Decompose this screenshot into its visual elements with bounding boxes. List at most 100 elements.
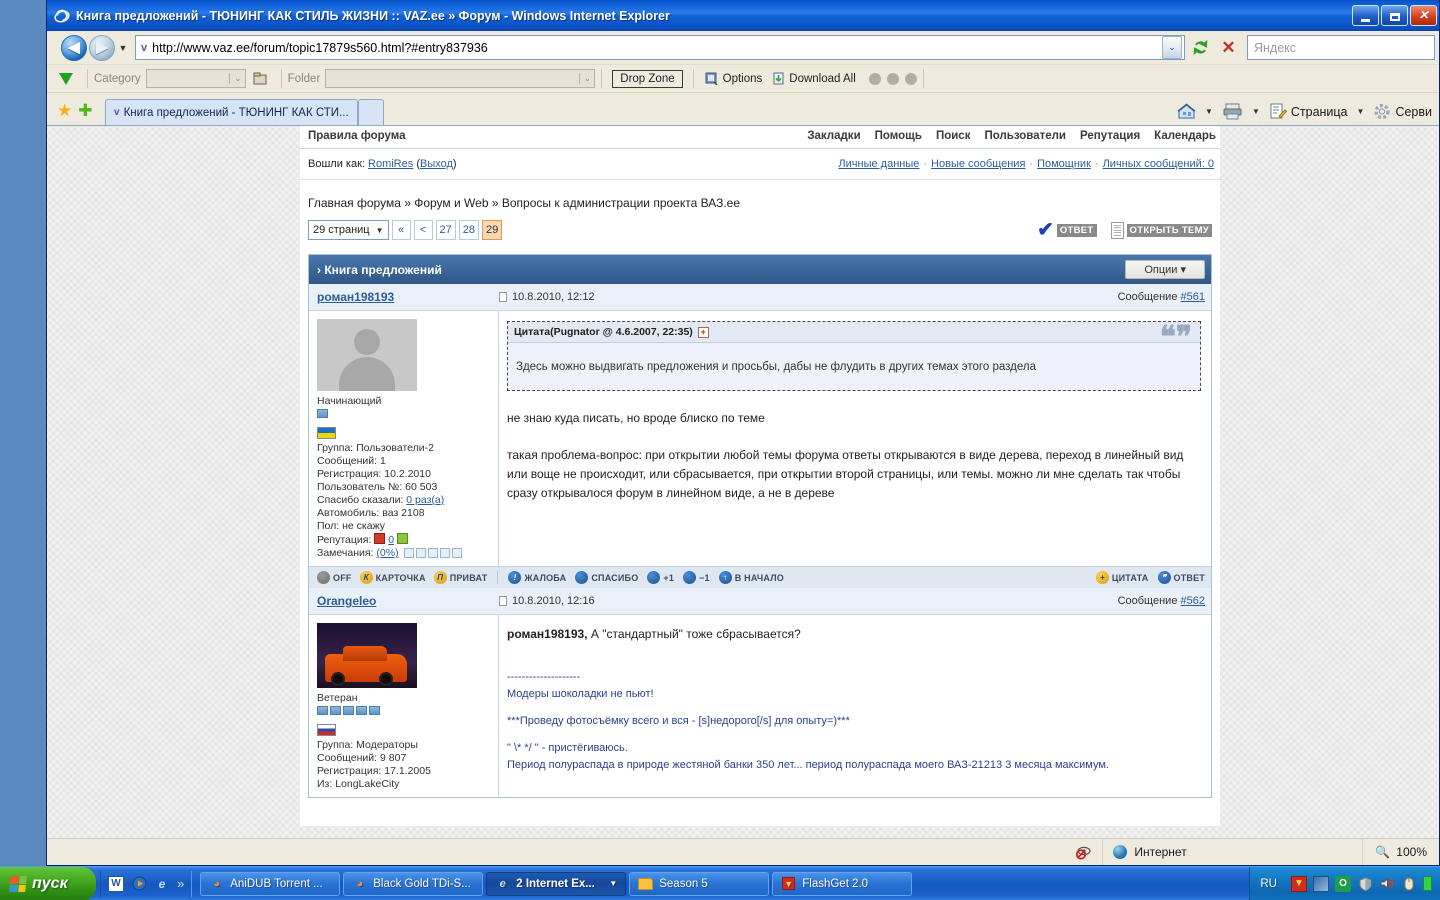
topic-options-button[interactable]: Опции ▾ [1125, 260, 1205, 279]
private-message-button[interactable]: П ПРИВАТ [433, 571, 488, 584]
popup-blocked-indicator[interactable] [1065, 839, 1104, 865]
quote-expand-icon[interactable]: + [697, 326, 709, 338]
taskbar-group-caret-icon[interactable]: ▼ [609, 879, 617, 888]
home-caret-icon[interactable]: ▼ [1201, 107, 1217, 116]
assistant-link[interactable]: Помощник [1037, 158, 1091, 170]
new-topic-button[interactable]: ОТКРЫТЬ ТЕМУ [1110, 221, 1212, 239]
address-input[interactable]: v http://www.vaz.ee/forum/topic17879s560… [135, 35, 1185, 60]
personal-data-link[interactable]: Личные данные [838, 158, 919, 170]
flashget-tray-icon[interactable]: ▼ [1291, 875, 1307, 892]
taskbar-item-season5[interactable]: Season 5 [629, 871, 770, 896]
page-menu-button[interactable]: Страница [1266, 101, 1351, 122]
quote-marks-icon: ❝❞ [1159, 321, 1192, 354]
post-author-link[interactable]: Orangeleo [317, 594, 376, 608]
forward-button[interactable]: ▶ [89, 34, 115, 61]
opera-icon[interactable]: O [1335, 875, 1351, 892]
pages-select[interactable]: 29 страниц ▼ [308, 220, 389, 240]
page-28-button[interactable]: 28 [458, 220, 480, 240]
drop-zone-button[interactable]: Drop Zone [612, 69, 683, 88]
new-messages-link[interactable]: Новые сообщения [931, 158, 1025, 170]
page-first-button[interactable]: « [391, 220, 411, 240]
quote-button[interactable]: + ЦИТАТА [1095, 571, 1149, 584]
tab-active[interactable]: v Книга предложений - ТЮНИНГ КАК СТИ... [105, 99, 358, 125]
rep-minus-button[interactable]: −1 [683, 571, 710, 584]
download-all-button[interactable]: Download All [772, 72, 856, 85]
category-select[interactable]: ⌄ [145, 69, 246, 88]
nav-bookmarks[interactable]: Закладки [807, 130, 860, 142]
search-input[interactable]: Яндекс [1247, 35, 1435, 60]
reputation-value-link[interactable]: 0 [388, 534, 394, 546]
new-topic-label: ОТКРЫТЬ ТЕМУ [1126, 223, 1212, 237]
report-button[interactable]: ! ЖАЛОБА [508, 571, 566, 584]
field-value: LongLakeCity [335, 778, 400, 790]
internet-explorer-icon[interactable]: e [154, 876, 170, 892]
shield-icon[interactable] [1357, 876, 1373, 892]
home-button[interactable] [1174, 101, 1199, 122]
mouse-icon[interactable] [1401, 876, 1417, 892]
folder-select[interactable]: ⌄ [325, 69, 596, 88]
network-icon[interactable] [1313, 875, 1329, 892]
taskbar-item-internet-explorer[interactable]: e 2 Internet Ex... ▼ [486, 871, 627, 896]
favorites-center-icon[interactable]: ★ [57, 102, 72, 119]
reputation-plus-icon[interactable] [396, 533, 408, 544]
stop-icon[interactable]: ✕ [1216, 35, 1241, 60]
start-button[interactable]: пуск [0, 866, 96, 900]
new-tab-button[interactable] [357, 99, 384, 125]
new-category-icon[interactable] [252, 71, 269, 86]
breadcrumb[interactable]: Главная форума » Форум и Web » Вопросы к… [300, 180, 1220, 218]
battery-icon[interactable] [1423, 876, 1432, 891]
nav-reputation[interactable]: Репутация [1080, 130, 1140, 142]
page-caret-icon[interactable]: ▼ [1353, 107, 1369, 116]
options-button[interactable]: Options [705, 72, 762, 85]
close-button[interactable]: ✕ [1410, 5, 1437, 26]
zoom-control[interactable]: 🔍 100% [1363, 845, 1439, 859]
quick-launch-more-icon[interactable]: » [177, 876, 184, 891]
page-prev-button[interactable]: < [413, 220, 433, 240]
page-27-button[interactable]: 27 [435, 220, 456, 240]
minimize-button[interactable] [1352, 5, 1379, 26]
current-username-link[interactable]: RomiRes [368, 158, 413, 170]
thanks-button[interactable]: СПАСИБО [575, 571, 638, 584]
logout-link[interactable]: Выход [420, 158, 453, 170]
profile-card-button[interactable]: К КАРТОЧКА [359, 571, 426, 584]
address-dropdown-icon[interactable]: ⌄ [1162, 36, 1182, 59]
reply-button[interactable]: ✔ ОТВЕТ [1037, 220, 1097, 240]
flashget-extra-buttons[interactable] [868, 72, 917, 85]
nav-search[interactable]: Поиск [936, 130, 971, 142]
media-player-icon[interactable] [131, 876, 147, 892]
refresh-icon[interactable] [1188, 35, 1213, 60]
reply-post-button[interactable]: ❞ ОТВЕТ [1157, 571, 1206, 584]
back-button[interactable]: ◀ [61, 34, 87, 61]
quick-launch-bar: W e » [100, 870, 193, 897]
field-value: 1 [380, 455, 386, 467]
language-indicator[interactable]: RU [1260, 878, 1277, 890]
nav-calendar[interactable]: Календарь [1154, 130, 1216, 142]
word-icon[interactable]: W [108, 875, 124, 892]
private-messages-link[interactable]: Личных сообщений: 0 [1103, 158, 1214, 170]
add-favorite-icon[interactable]: ✚ [78, 102, 92, 119]
security-zone[interactable]: Интернет [1103, 839, 1364, 865]
taskbar-item-anidub[interactable]: ◕ AniDUB Torrent ... [200, 871, 341, 896]
recent-pages-caret-icon[interactable]: ▼ [115, 43, 131, 53]
nav-help[interactable]: Помощь [875, 130, 922, 142]
maximize-button[interactable] [1381, 5, 1408, 26]
status-off-button[interactable]: OFF [317, 571, 352, 584]
rep-plus-button[interactable]: +1 [647, 571, 674, 584]
post-author-link[interactable]: роман198193 [317, 290, 394, 304]
forum-rules-link[interactable]: Правила форума [308, 130, 406, 142]
scroll-top-button[interactable]: ↑ В НАЧАЛО [718, 571, 784, 584]
nav-members[interactable]: Пользователи [984, 130, 1066, 142]
taskbar-item-flashget[interactable]: ▼ FlashGet 2.0 [772, 871, 913, 896]
page-29-current[interactable]: 29 [482, 220, 503, 240]
post-number-link[interactable]: #561 [1181, 291, 1205, 303]
warnings-value-link[interactable]: (0%) [376, 547, 398, 559]
print-caret-icon[interactable]: ▼ [1248, 107, 1264, 116]
chevron-down-icon: ▼ [375, 225, 384, 235]
taskbar-item-blackgold[interactable]: ◕ Black Gold TDi-S... [343, 871, 484, 896]
reputation-minus-icon[interactable] [374, 533, 386, 544]
tools-menu-button[interactable]: Серви [1370, 101, 1435, 122]
post-number-link[interactable]: #562 [1181, 595, 1205, 607]
volume-icon[interactable] [1379, 876, 1395, 892]
thanks-link[interactable]: 0 раз(а) [406, 494, 444, 506]
print-button[interactable] [1219, 101, 1246, 122]
